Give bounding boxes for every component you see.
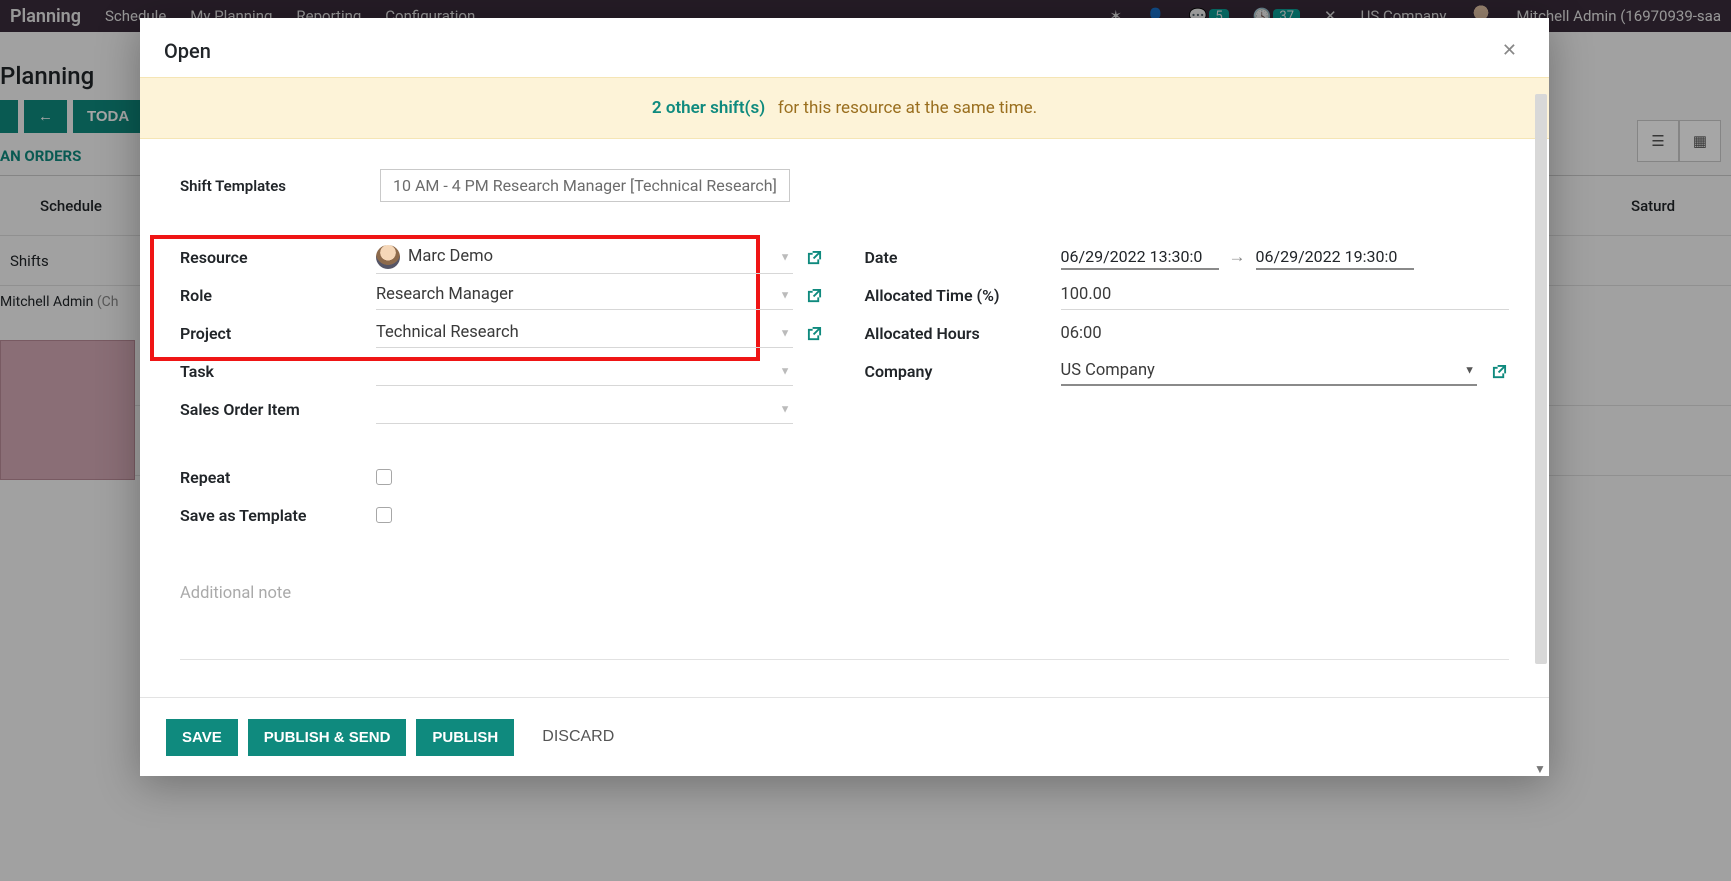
allocated-time-label: Allocated Time (%) (865, 286, 1055, 305)
resource-field[interactable]: Marc Demo ▼ (376, 241, 793, 274)
allocated-time-value: 100.00 (1061, 285, 1112, 304)
date-to-field[interactable]: 06/29/2022 19:30:0 (1256, 245, 1414, 270)
sales-order-item-label: Sales Order Item (180, 400, 370, 419)
right-column: Date 06/29/2022 13:30:0 → 06/29/2022 19:… (865, 238, 1510, 534)
date-from-field[interactable]: 06/29/2022 13:30:0 (1061, 245, 1219, 270)
note-placeholder: Additional note (180, 584, 291, 603)
role-label: Role (180, 286, 370, 305)
resource-label: Resource (180, 248, 370, 267)
role-value: Research Manager (376, 285, 514, 304)
discard-button[interactable]: DISCARD (524, 718, 630, 756)
repeat-label: Repeat (180, 468, 370, 487)
additional-note-field[interactable]: Additional note (180, 584, 1509, 660)
chevron-down-icon[interactable]: ▼ (780, 402, 791, 415)
task-field[interactable]: ▼ (376, 356, 793, 386)
save-button[interactable]: SAVE (166, 719, 238, 756)
resource-avatar (376, 245, 400, 269)
conflict-warning: 2 other shift(s) for this resource at th… (140, 77, 1549, 139)
conflict-text: for this resource at the same time. (774, 98, 1037, 118)
chevron-down-icon[interactable]: ▼ (1464, 364, 1475, 377)
role-field[interactable]: Research Manager ▼ (376, 280, 793, 310)
company-field[interactable]: US Company ▼ (1061, 356, 1478, 386)
task-label: Task (180, 362, 370, 381)
external-link-icon[interactable] (805, 250, 825, 265)
modal-title: Open (164, 39, 211, 63)
conflict-link[interactable]: 2 other shift(s) (652, 98, 765, 118)
publish-send-button[interactable]: PUBLISH & SEND (248, 719, 407, 756)
external-link-icon[interactable] (805, 326, 825, 341)
resource-value: Marc Demo (408, 247, 493, 266)
save-as-template-checkbox[interactable] (376, 507, 392, 523)
project-label: Project (180, 324, 370, 343)
allocated-time-field[interactable]: 100.00 (1061, 280, 1510, 310)
chevron-down-icon[interactable]: ▼ (780, 288, 791, 301)
company-label: Company (865, 362, 1055, 381)
modal-header: Open ✕ (140, 18, 1549, 77)
allocated-hours-field: 06:00 (1061, 318, 1510, 348)
scroll-down-icon[interactable]: ▼ (1533, 762, 1547, 776)
shift-template-chip[interactable]: 10 AM - 4 PM Research Manager [Technical… (380, 169, 790, 202)
project-value: Technical Research (376, 323, 519, 342)
chevron-down-icon[interactable]: ▼ (780, 326, 791, 339)
chevron-down-icon[interactable]: ▼ (780, 364, 791, 377)
scrollbar-thumb[interactable] (1535, 94, 1547, 664)
company-value: US Company (1061, 361, 1155, 380)
save-as-template-label: Save as Template (180, 506, 370, 525)
publish-button[interactable]: PUBLISH (416, 719, 514, 756)
project-field[interactable]: Technical Research ▼ (376, 318, 793, 348)
modal-footer: SAVE PUBLISH & SEND PUBLISH DISCARD (140, 697, 1549, 776)
external-link-icon[interactable] (1489, 364, 1509, 379)
shift-modal: Open ✕ 2 other shift(s) for this resourc… (140, 18, 1549, 776)
repeat-checkbox[interactable] (376, 469, 392, 485)
allocated-hours-label: Allocated Hours (865, 324, 1055, 343)
left-column: Resource Marc Demo ▼ Role Research Manag… (180, 238, 825, 534)
chevron-down-icon[interactable]: ▼ (780, 250, 791, 263)
sales-order-item-field[interactable]: ▼ (376, 394, 793, 424)
external-link-icon[interactable] (805, 288, 825, 303)
allocated-hours-value: 06:00 (1061, 324, 1102, 343)
date-label: Date (865, 248, 1055, 267)
shift-templates-label: Shift Templates (180, 177, 370, 195)
modal-body: Shift Templates 10 AM - 4 PM Research Ma… (140, 139, 1549, 697)
close-icon[interactable]: ✕ (1494, 36, 1525, 65)
arrow-right-icon: → (1229, 247, 1246, 267)
